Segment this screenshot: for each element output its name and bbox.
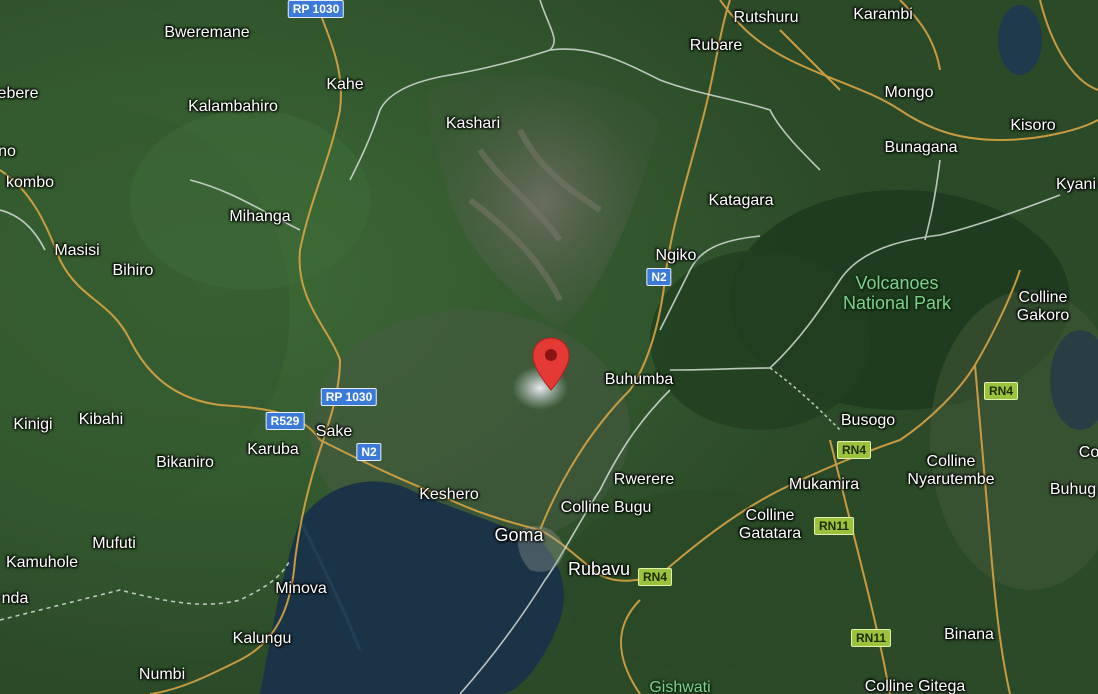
place-label: Karambi [853, 6, 913, 23]
map-view[interactable]: Bweremane ebere Kalambahiro Kahe Kashari… [0, 0, 1098, 694]
place-label: Numbi [138, 666, 186, 683]
place-label: Rwerere [613, 471, 675, 488]
place-label: Karuba [247, 441, 299, 458]
place-label: Kibahi [78, 411, 124, 428]
place-label: ebere [0, 85, 39, 102]
road-shield: RN11 [813, 517, 855, 535]
place-label: Bihiro [112, 262, 154, 279]
place-label: Bikaniro [156, 454, 214, 471]
road-shield: R529 [265, 412, 305, 430]
place-label: Kalambahiro [188, 98, 278, 115]
place-label: Bunagana [884, 139, 958, 156]
place-label-city: Rubavu [567, 559, 631, 579]
place-label: Katagara [708, 192, 774, 209]
place-label: Busogo [840, 412, 896, 429]
place-label: Colline Gatatara [738, 507, 802, 542]
road-shield: N2 [356, 443, 382, 461]
place-label: Mufuti [92, 535, 136, 552]
place-label: Keshero [419, 486, 479, 503]
road-shield: N2 [646, 268, 672, 286]
road-shield: RN11 [850, 629, 892, 647]
place-label: Binana [944, 626, 994, 643]
place-label: Kinigi [13, 416, 53, 433]
place-label: Buhumba [604, 371, 674, 388]
place-label: Rubare [689, 37, 743, 54]
place-label: Kyani [1055, 176, 1097, 193]
place-label: Minova [275, 580, 327, 597]
road-shield: RN4 [983, 382, 1019, 400]
place-label: Mukamira [788, 476, 860, 493]
national-park-label: Volcanoes National Park [842, 273, 952, 313]
road-shield: RN4 [637, 568, 673, 586]
place-label: Co [1078, 444, 1098, 461]
place-label: Sake [315, 423, 353, 440]
place-label: Kamuhole [5, 554, 79, 571]
place-label: Kahe [326, 76, 364, 93]
place-label: Masisi [54, 242, 100, 259]
place-label: Colline Bugu [560, 499, 652, 516]
place-label: Mongo [884, 84, 934, 101]
place-label: no [0, 143, 16, 160]
road-shield: RN4 [836, 441, 872, 459]
place-label: nda [1, 590, 29, 607]
place-label: Kashari [445, 115, 501, 132]
location-pin-icon[interactable] [530, 336, 572, 392]
place-label: Kisoro [1010, 117, 1056, 134]
place-label: Ngiko [655, 247, 697, 264]
place-label-city: Goma [494, 525, 544, 545]
place-label: kombo [5, 174, 55, 191]
place-label: Rutshuru [733, 9, 799, 26]
place-label: Colline Gakoro [1016, 289, 1070, 324]
place-label: Colline Gitega [864, 678, 966, 694]
place-label: Mihanga [229, 208, 291, 225]
place-label: Bweremane [164, 24, 250, 41]
road-shield: RP 1030 [320, 388, 378, 406]
place-label: Colline Nyarutembe [907, 453, 995, 488]
place-label: Buhug [1049, 481, 1097, 498]
place-label: Gishwati [649, 679, 711, 694]
place-label: Kalungu [232, 630, 292, 647]
road-shield: RP 1030 [287, 0, 345, 18]
